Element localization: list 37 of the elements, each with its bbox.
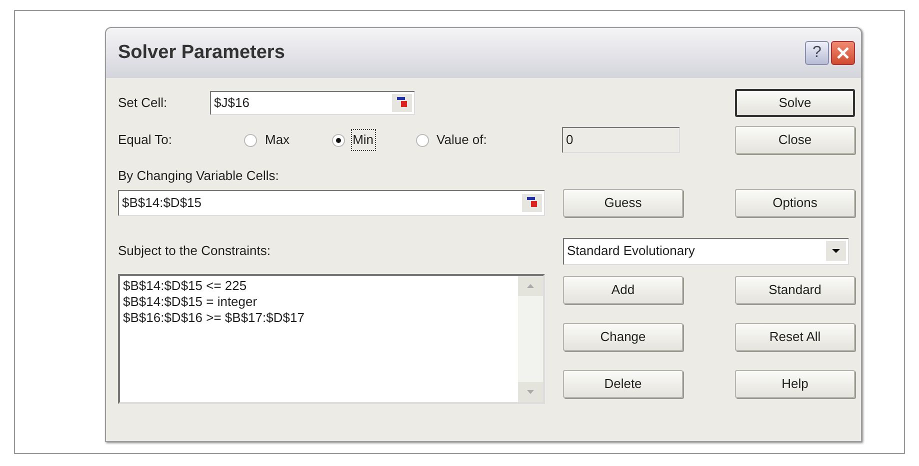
equal-to-label: Equal To: xyxy=(118,131,173,150)
help-button[interactable]: ? xyxy=(805,41,829,65)
range-picker-icon[interactable] xyxy=(392,94,412,112)
constraint-item[interactable]: $B$16:$D$16 >= $B$17:$D$17 xyxy=(123,310,518,326)
dialog-button[interactable]: Reset All xyxy=(735,323,855,351)
value-field[interactable]: 0 xyxy=(562,127,680,153)
range-picker-icon[interactable] xyxy=(522,194,542,212)
radio-label: Max xyxy=(264,131,291,150)
scrollbar[interactable] xyxy=(518,276,543,402)
constraint-item[interactable]: $B$14:$D$15 <= 225 xyxy=(123,278,518,294)
radio-button[interactable] xyxy=(332,134,345,146)
changing-cells-label: By Changing Variable Cells: xyxy=(118,167,280,185)
radio-button[interactable] xyxy=(416,134,429,146)
dialog-button[interactable]: Close xyxy=(735,126,855,154)
radio-button[interactable] xyxy=(244,134,257,146)
dialog-button[interactable]: Options xyxy=(735,189,855,217)
dialog-button[interactable]: Change xyxy=(563,323,683,351)
scroll-down-icon[interactable] xyxy=(518,382,543,402)
close-icon xyxy=(836,46,850,60)
constraints-label: Subject to the Constraints: xyxy=(118,242,272,260)
dialog-button[interactable]: Add xyxy=(563,276,683,304)
dialog-button[interactable]: Standard xyxy=(735,276,855,304)
dialog-button[interactable]: Guess xyxy=(563,189,683,217)
changing-cells-field[interactable]: $B$14:$D$15 xyxy=(118,190,545,216)
window-title: Solver Parameters xyxy=(118,40,285,65)
set-cell-label: Set Cell: xyxy=(118,94,168,112)
dialog-button[interactable]: Delete xyxy=(563,370,683,398)
engine-dropdown[interactable]: Standard Evolutionary xyxy=(563,238,849,264)
constraint-item[interactable]: $B$14:$D$15 = integer xyxy=(123,294,518,310)
dialog-button[interactable]: Solve xyxy=(735,89,855,117)
close-button[interactable] xyxy=(831,41,855,65)
constraints-list[interactable]: $B$14:$D$15 <= 225 $B$14:$D$15 = integer $B$16:$D$16 >= $B$17:$D$17 xyxy=(118,274,545,404)
set-cell-field[interactable]: $J$16 xyxy=(210,91,415,115)
radio-label: Value of: xyxy=(436,131,488,150)
dialog-button[interactable]: Help xyxy=(735,370,855,398)
radio-label: Min xyxy=(350,129,376,151)
scroll-up-icon[interactable] xyxy=(518,276,543,296)
